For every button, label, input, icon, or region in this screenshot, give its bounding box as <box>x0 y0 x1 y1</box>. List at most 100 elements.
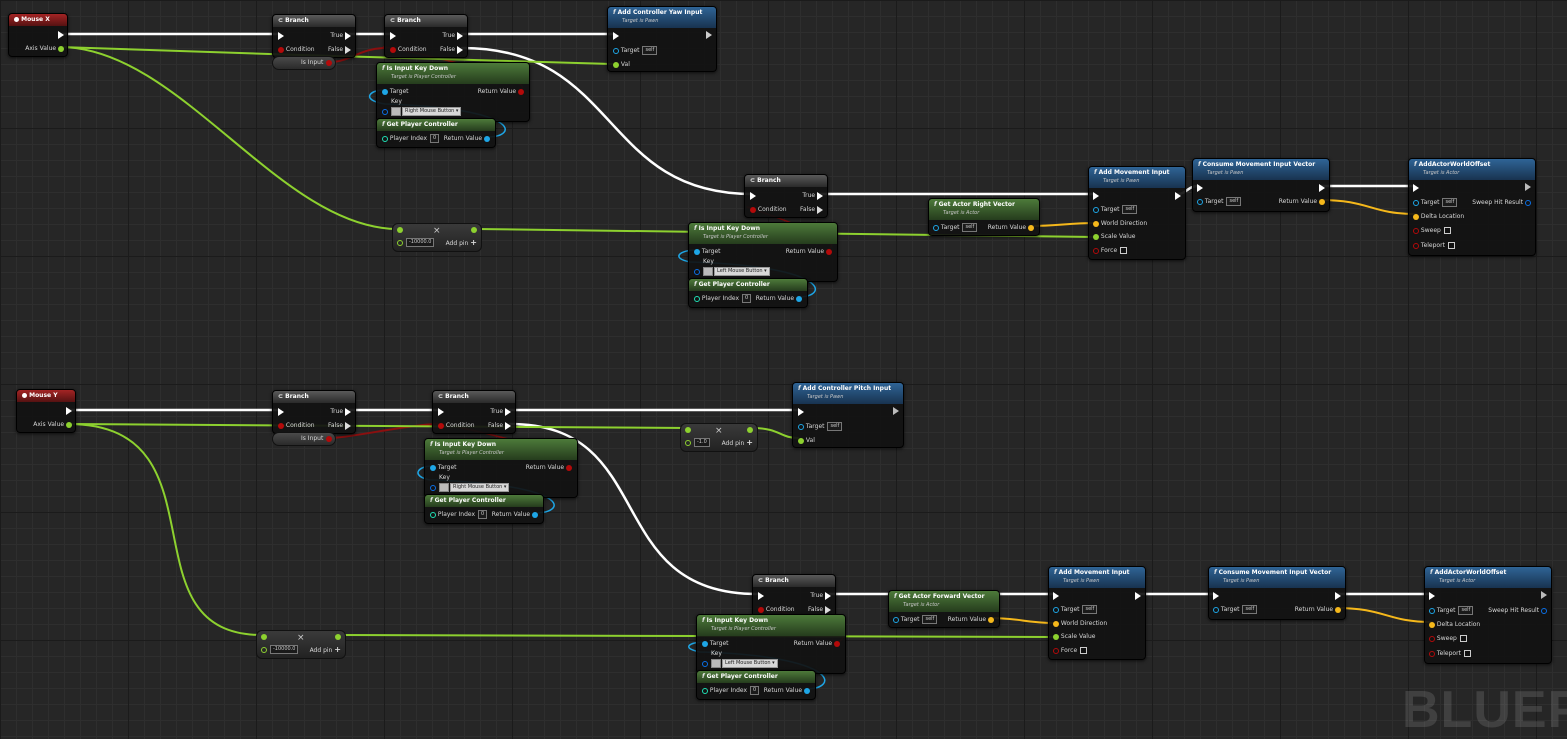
is-input-key-down-node[interactable]: f Is Input Key Down Target is Player Contr… <box>376 62 530 122</box>
world-direction-pin[interactable] <box>1053 620 1059 627</box>
branch-node[interactable]: ⊂ Branch True Condition False <box>752 574 836 618</box>
target-pin[interactable] <box>1053 606 1059 613</box>
exec-out-pin[interactable] <box>1525 183 1531 191</box>
is-input-pin[interactable] <box>326 435 332 442</box>
key-pin[interactable] <box>694 268 700 275</box>
exec-out-pin[interactable] <box>893 407 899 415</box>
delta-location-pin[interactable] <box>1413 213 1419 220</box>
multiply-node[interactable]: × -10000.0 Add pin + <box>392 223 482 252</box>
is-input-variable[interactable]: Is Input <box>272 56 336 70</box>
sweep-pin[interactable] <box>1429 635 1435 642</box>
target-self-field[interactable]: self <box>1122 205 1138 214</box>
exec-true-pin[interactable] <box>345 31 351 40</box>
get-player-controller-node[interactable]: f Get Player Controller Player Index 0 Ret… <box>424 494 544 524</box>
exec-false-pin[interactable] <box>345 421 351 430</box>
add-controller-pitch-input-node[interactable]: f Add Controller Pitch Input Target is Paw… <box>792 382 904 448</box>
force-pin[interactable] <box>1093 247 1099 254</box>
exec-false-pin[interactable] <box>345 45 351 54</box>
sweep-hit-result-pin[interactable] <box>1525 199 1531 206</box>
return-value-pin[interactable] <box>796 295 802 302</box>
multiply-in-pin-b[interactable] <box>261 646 267 653</box>
return-value-pin[interactable] <box>988 616 994 623</box>
return-value-pin[interactable] <box>518 88 524 95</box>
key-select[interactable]: Left Mouse Button ▾ <box>714 267 770 276</box>
player-index-field[interactable]: 0 <box>430 134 440 143</box>
delta-location-pin[interactable] <box>1429 621 1435 628</box>
target-self-field[interactable]: self <box>922 615 938 624</box>
sweep-pin[interactable] <box>1413 227 1419 234</box>
exec-out-pin[interactable] <box>1175 191 1181 200</box>
target-pin[interactable] <box>430 464 436 471</box>
target-self-field[interactable]: self <box>962 223 978 232</box>
multiply-value-field[interactable]: -10000.0 <box>406 238 435 247</box>
return-value-pin[interactable] <box>532 511 538 518</box>
target-pin[interactable] <box>1197 198 1203 205</box>
exec-true-pin[interactable] <box>505 407 511 416</box>
branch-node[interactable]: ⊂ Branch True Condition False <box>272 14 356 58</box>
player-index-pin[interactable] <box>694 295 700 302</box>
teleport-checkbox[interactable] <box>1447 242 1455 249</box>
target-pin[interactable] <box>798 423 804 430</box>
exec-in-pin[interactable] <box>750 191 756 200</box>
exec-true-pin[interactable] <box>457 31 463 40</box>
add-movement-input-node[interactable]: f Add Movement Input Target is Pawn Target… <box>1088 166 1186 260</box>
exec-out-pin[interactable] <box>1541 591 1547 599</box>
target-pin[interactable] <box>382 88 388 95</box>
exec-out-pin[interactable] <box>1135 591 1141 600</box>
exec-in-pin[interactable] <box>613 31 619 40</box>
is-input-variable[interactable]: Is Input <box>272 432 336 446</box>
player-index-pin[interactable] <box>430 511 436 518</box>
branch-node[interactable]: ⊂ Branch True Condition False <box>384 14 468 58</box>
multiply-in-pin[interactable] <box>685 426 691 433</box>
force-pin[interactable] <box>1053 647 1059 654</box>
target-self-field[interactable]: self <box>1242 605 1258 614</box>
return-value-pin[interactable] <box>834 640 840 647</box>
multiply-value-field[interactable]: -10000.0 <box>270 645 299 654</box>
multiply-value-field[interactable]: -1.0 <box>694 438 710 447</box>
exec-out-pin[interactable] <box>1319 183 1325 192</box>
exec-in-pin[interactable] <box>1213 591 1219 600</box>
key-select[interactable]: Left Mouse Button ▾ <box>722 659 778 668</box>
target-pin[interactable] <box>1413 199 1419 206</box>
target-self-field[interactable]: self <box>642 46 658 55</box>
multiply-in-pin[interactable] <box>261 633 267 640</box>
val-pin[interactable] <box>798 437 804 444</box>
condition-pin[interactable] <box>758 606 764 613</box>
target-self-field[interactable]: self <box>1226 197 1242 206</box>
target-pin[interactable] <box>702 640 708 647</box>
key-pin[interactable] <box>430 484 436 491</box>
exec-in-pin[interactable] <box>390 31 396 40</box>
add-pin-label[interactable]: Add pin <box>722 440 745 447</box>
player-index-field[interactable]: 0 <box>742 294 752 303</box>
target-pin[interactable] <box>1429 607 1435 614</box>
exec-out-pin[interactable] <box>66 406 72 415</box>
get-player-controller-node[interactable]: f Get Player Controller Player Index 0 Ret… <box>696 670 816 700</box>
exec-in-pin[interactable] <box>278 407 284 416</box>
val-pin[interactable] <box>613 61 619 68</box>
sweep-checkbox[interactable] <box>1443 227 1451 234</box>
multiply-node[interactable]: × -1.0 Add pin + <box>680 423 758 452</box>
return-value-pin[interactable] <box>484 135 490 142</box>
axis-value-pin[interactable] <box>58 45 64 52</box>
target-pin[interactable] <box>694 248 700 255</box>
target-pin[interactable] <box>1093 206 1099 213</box>
condition-pin[interactable] <box>278 422 284 429</box>
condition-pin[interactable] <box>750 206 756 213</box>
consume-movement-input-vector-node[interactable]: f Consume Movement Input Vector Target is … <box>1192 158 1330 212</box>
exec-in-pin[interactable] <box>1053 591 1059 600</box>
scale-value-pin[interactable] <box>1053 633 1059 640</box>
player-index-field[interactable]: 0 <box>478 510 488 519</box>
player-index-pin[interactable] <box>702 687 708 694</box>
return-value-pin[interactable] <box>1319 198 1325 205</box>
branch-node[interactable]: ⊂ Branch True Condition False <box>744 174 828 218</box>
exec-in-pin[interactable] <box>278 31 284 40</box>
branch-node[interactable]: ⊂ Branch True Condition False <box>432 390 516 434</box>
get-player-controller-node[interactable]: f Get Player Controller Player Index 0 Ret… <box>688 278 808 308</box>
exec-false-pin[interactable] <box>825 605 831 614</box>
teleport-pin[interactable] <box>1429 650 1435 657</box>
return-value-pin[interactable] <box>804 687 810 694</box>
player-index-pin[interactable] <box>382 135 388 142</box>
exec-true-pin[interactable] <box>345 407 351 416</box>
force-checkbox[interactable] <box>1120 247 1128 254</box>
add-pin-label[interactable]: Add pin <box>446 240 469 247</box>
